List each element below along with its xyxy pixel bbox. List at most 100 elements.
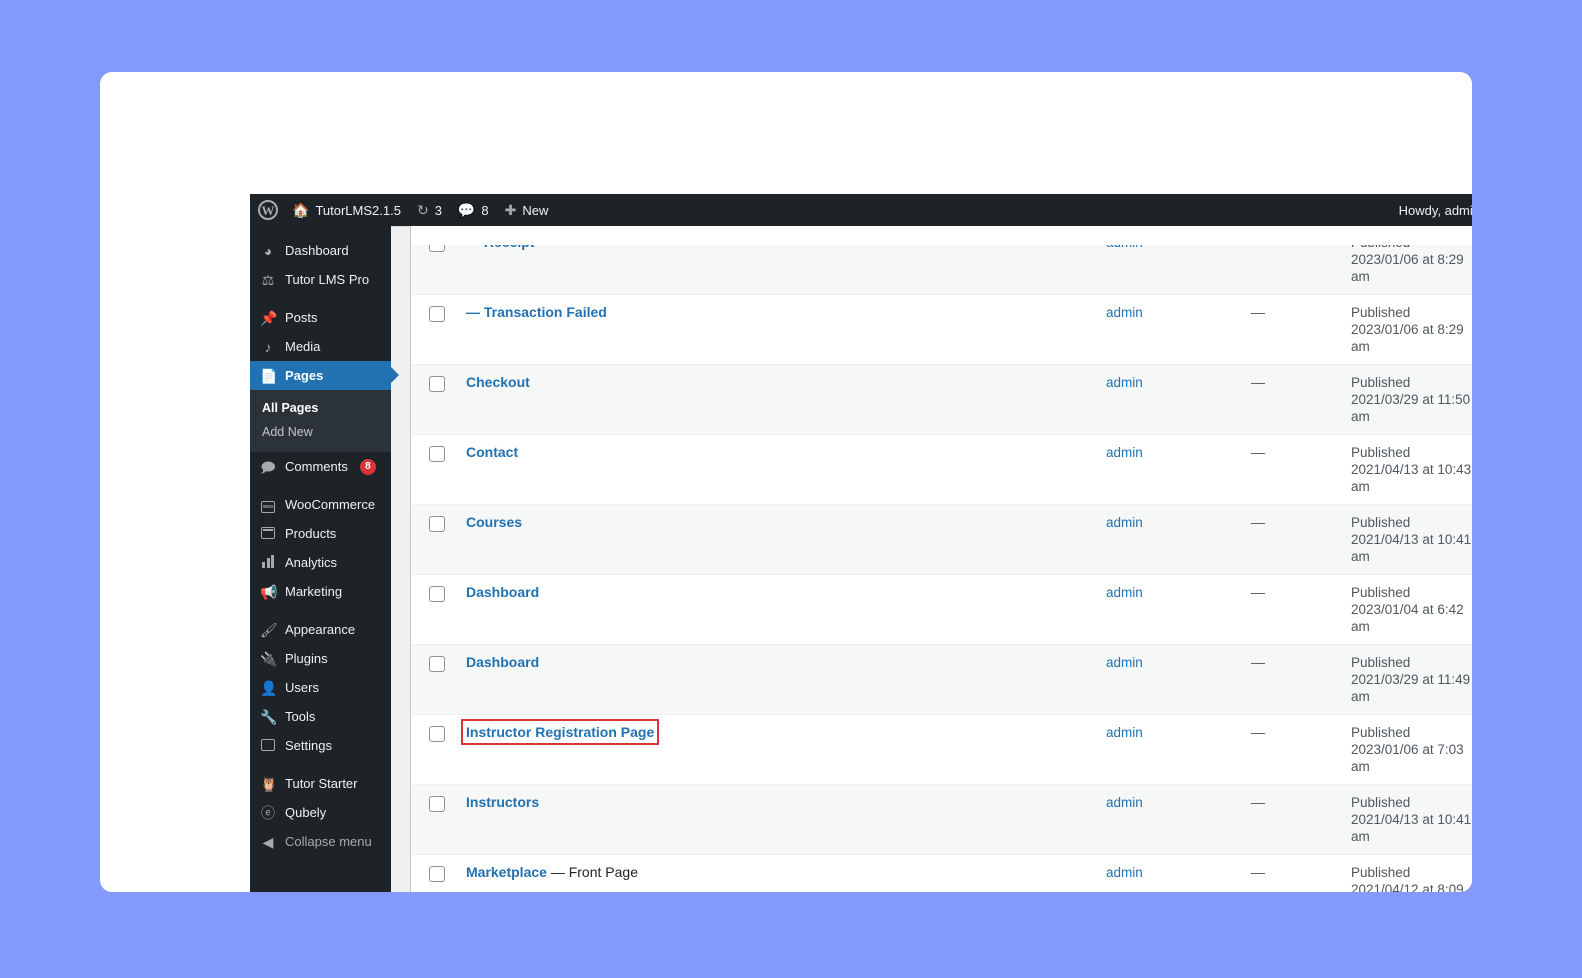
new-content-menu-item[interactable]: ✚ New xyxy=(497,194,557,226)
row-author-cell[interactable]: admin xyxy=(1096,365,1241,435)
sidebar-item-tutor-lms-pro[interactable]: ⚖ Tutor LMS Pro xyxy=(250,265,391,294)
sidebar-item-products[interactable]: Products xyxy=(250,519,391,548)
row-author-cell[interactable]: admin xyxy=(1096,715,1241,785)
row-title-cell[interactable]: Dashboard xyxy=(456,645,1096,715)
sidebar-item-tools[interactable]: 🔧 Tools xyxy=(250,702,391,731)
row-title-cell[interactable]: Contact xyxy=(456,435,1096,505)
sidebar-item-users[interactable]: 👤 Users xyxy=(250,673,391,702)
row-comments-cell: — xyxy=(1241,505,1341,575)
sidebar-item-pages[interactable]: 📄 Pages xyxy=(250,361,399,390)
row-title-cell[interactable]: — Transaction Failed xyxy=(456,295,1096,365)
table-row[interactable]: Instructors admin — Published 2021/04/13… xyxy=(411,784,1472,855)
row-title-cell[interactable]: Instructors xyxy=(456,785,1096,855)
row-checkbox-cell[interactable] xyxy=(411,295,456,365)
row-title-cell[interactable]: Marketplace — Front Page xyxy=(456,855,1096,893)
sidebar-item-plugins[interactable]: 🔌 Plugins xyxy=(250,644,391,673)
author-link[interactable]: admin xyxy=(1106,585,1143,600)
sidebar-item-tutor-starter[interactable]: 🦉 Tutor Starter xyxy=(250,769,391,798)
table-row[interactable]: Courses admin — Published 2021/04/13 at … xyxy=(411,504,1472,575)
post-status: Published xyxy=(1351,375,1411,390)
sidebar-item-label: Tools xyxy=(285,709,316,724)
submenu-item-add-new[interactable]: Add New xyxy=(250,420,391,444)
pin-icon: 📌 xyxy=(260,309,278,326)
row-checkbox-cell[interactable] xyxy=(411,855,456,893)
page-title-link[interactable]: Contact xyxy=(466,444,518,460)
row-checkbox-cell[interactable] xyxy=(411,575,456,645)
row-checkbox-cell[interactable] xyxy=(411,715,456,785)
row-checkbox[interactable] xyxy=(429,796,445,812)
collapse-menu-button[interactable]: ◀ Collapse menu xyxy=(250,827,391,856)
author-link[interactable]: admin xyxy=(1106,305,1143,320)
row-checkbox-cell[interactable] xyxy=(411,645,456,715)
row-checkbox[interactable] xyxy=(429,866,445,882)
post-date: 2021/04/13 at 10:43 am xyxy=(1351,462,1472,494)
sidebar-item-label: Pages xyxy=(285,368,324,383)
page-title-link[interactable]: Dashboard xyxy=(466,654,539,670)
row-author-cell[interactable]: admin xyxy=(1096,505,1241,575)
page-title-link[interactable]: Checkout xyxy=(466,374,530,390)
row-checkbox-cell[interactable] xyxy=(411,435,456,505)
sidebar-item-qubely[interactable]: ⓔ Qubely xyxy=(250,798,391,827)
sidebar-item-label: Qubely xyxy=(285,805,327,820)
updates-icon: ↻ xyxy=(416,202,429,218)
table-row[interactable]: Marketplace — Front Page admin — Publish… xyxy=(411,854,1472,893)
page-title-link[interactable]: Marketplace xyxy=(466,864,547,880)
table-row[interactable]: Contact admin — Published 2021/04/13 at … xyxy=(411,434,1472,505)
page-title-link-highlighted[interactable]: Instructor Registration Page xyxy=(460,719,660,745)
row-title-cell[interactable]: Checkout xyxy=(456,365,1096,435)
table-row[interactable]: Instructor Registration Page admin — Pub… xyxy=(411,714,1472,785)
table-row[interactable]: Dashboard admin — Published 2021/03/29 a… xyxy=(411,644,1472,715)
wp-logo-menu-item[interactable]: W xyxy=(250,194,284,226)
author-link[interactable]: admin xyxy=(1106,865,1143,880)
sidebar-item-analytics[interactable]: Analytics xyxy=(250,548,391,577)
row-checkbox-cell[interactable] xyxy=(411,505,456,575)
sidebar-item-comments[interactable]: 🗩 Comments 8 xyxy=(250,452,391,481)
sidebar-item-media[interactable]: ♪ Media xyxy=(250,332,391,361)
row-title-cell[interactable]: Courses xyxy=(456,505,1096,575)
page-title-link[interactable]: Courses xyxy=(466,514,522,530)
table-row[interactable]: Checkout admin — Published 2021/03/29 at… xyxy=(411,364,1472,435)
submenu-item-all-pages[interactable]: All Pages xyxy=(250,396,391,420)
sidebar-item-posts[interactable]: 📌 Posts xyxy=(250,303,391,332)
author-link[interactable]: admin xyxy=(1106,515,1143,530)
sidebar-item-marketing[interactable]: 📢 Marketing xyxy=(250,577,391,606)
page-title-link[interactable]: Instructors xyxy=(466,794,539,810)
sidebar-item-settings[interactable]: Settings xyxy=(250,731,391,760)
row-checkbox-cell[interactable] xyxy=(411,365,456,435)
row-checkbox[interactable] xyxy=(429,446,445,462)
author-link[interactable]: admin xyxy=(1106,375,1143,390)
page-title-link[interactable]: — Transaction Failed xyxy=(466,304,607,320)
row-author-cell[interactable]: admin xyxy=(1096,645,1241,715)
row-checkbox[interactable] xyxy=(429,586,445,602)
site-name-menu-item[interactable]: 🏠 TutorLMS2.1.5 xyxy=(284,194,409,226)
author-link[interactable]: admin xyxy=(1106,725,1143,740)
author-link[interactable]: admin xyxy=(1106,655,1143,670)
owl-icon: 🦉 xyxy=(260,775,278,792)
sidebar-item-appearance[interactable]: 🖌 Appearance xyxy=(250,615,391,644)
row-checkbox[interactable] xyxy=(429,726,445,742)
row-comments-cell: — xyxy=(1241,295,1341,365)
row-checkbox[interactable] xyxy=(429,306,445,322)
row-author-cell[interactable]: admin xyxy=(1096,785,1241,855)
row-author-cell[interactable]: admin xyxy=(1096,855,1241,893)
row-comments-cell: — xyxy=(1241,645,1341,715)
author-link[interactable]: admin xyxy=(1106,795,1143,810)
my-account-menu-item[interactable]: Howdy, admin xyxy=(1399,202,1472,219)
row-checkbox[interactable] xyxy=(429,656,445,672)
page-title-link[interactable]: Dashboard xyxy=(466,584,539,600)
updates-menu-item[interactable]: ↻ 3 xyxy=(409,194,450,226)
table-row[interactable]: Dashboard admin — Published 2023/01/04 a… xyxy=(411,574,1472,645)
sidebar-item-dashboard[interactable]: ◕ Dashboard xyxy=(250,236,391,265)
row-author-cell[interactable]: admin xyxy=(1096,295,1241,365)
sidebar-item-woocommerce[interactable]: woo WooCommerce xyxy=(250,490,391,519)
row-checkbox[interactable] xyxy=(429,516,445,532)
row-checkbox-cell[interactable] xyxy=(411,785,456,855)
table-row[interactable]: — Transaction Failed admin — Published 2… xyxy=(411,294,1472,365)
row-title-cell[interactable]: Dashboard xyxy=(456,575,1096,645)
row-author-cell[interactable]: admin xyxy=(1096,435,1241,505)
row-checkbox[interactable] xyxy=(429,376,445,392)
row-author-cell[interactable]: admin xyxy=(1096,575,1241,645)
row-title-cell[interactable]: Instructor Registration Page xyxy=(456,715,1096,785)
author-link[interactable]: admin xyxy=(1106,445,1143,460)
comments-menu-item[interactable]: 💬 8 xyxy=(450,194,497,226)
